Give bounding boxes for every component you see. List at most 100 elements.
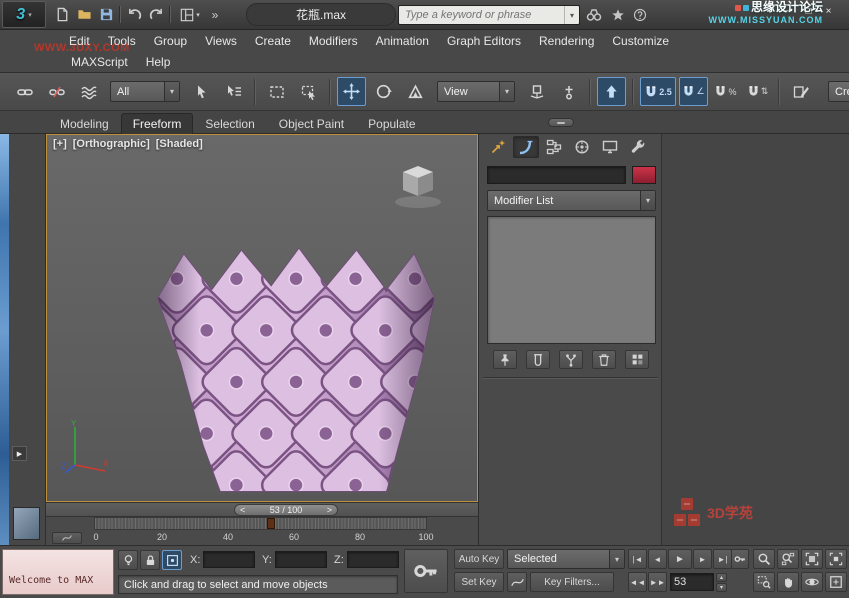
- next-frame-button[interactable]: ►: [693, 549, 712, 569]
- zoom-button[interactable]: [753, 549, 775, 569]
- tab-modify[interactable]: [513, 136, 539, 158]
- time-slider-next-arrow[interactable]: >: [327, 505, 332, 515]
- current-frame-field[interactable]: [670, 573, 714, 591]
- select-and-manipulate-button[interactable]: [554, 77, 583, 106]
- new-scene-button[interactable]: [52, 4, 73, 25]
- transform-y-field[interactable]: [275, 551, 327, 568]
- time-slider-prev-arrow[interactable]: <: [240, 505, 245, 515]
- workspace-button[interactable]: ▾: [176, 4, 204, 25]
- ribbon-tab-selection[interactable]: Selection: [193, 113, 266, 134]
- remove-modifier-button[interactable]: [592, 350, 616, 369]
- absolute-offset-mode-toggle[interactable]: [162, 550, 182, 570]
- snaps-toggle-button[interactable]: 2.5: [640, 77, 676, 106]
- pin-stack-button[interactable]: [493, 350, 517, 369]
- menu-group[interactable]: Group: [145, 31, 196, 51]
- viewport-orthographic[interactable]: [+] [Orthographic] [Shaded]: [46, 134, 478, 502]
- open-file-button[interactable]: [74, 4, 95, 25]
- menu-edit[interactable]: Edit: [60, 31, 99, 51]
- menu-views[interactable]: Views: [196, 31, 246, 51]
- tab-create[interactable]: [485, 136, 511, 158]
- tab-hierarchy[interactable]: [541, 136, 567, 158]
- set-key-button[interactable]: Set Key: [454, 572, 504, 592]
- rectangular-selection-region-button[interactable]: [262, 77, 291, 106]
- transform-z-field[interactable]: [347, 551, 399, 568]
- transform-x-field[interactable]: [203, 551, 255, 568]
- zoom-all-button[interactable]: [777, 549, 799, 569]
- auto-key-button[interactable]: Auto Key: [454, 549, 504, 569]
- minimize-button[interactable]: ─: [780, 4, 797, 19]
- menu-tools[interactable]: Tools: [99, 31, 145, 51]
- previous-frame-button[interactable]: ◄: [648, 549, 667, 569]
- isolate-selection-toggle[interactable]: [118, 550, 138, 570]
- zoom-extents-all-button[interactable]: [825, 549, 847, 569]
- help-button[interactable]: [630, 5, 650, 25]
- select-and-rotate-button[interactable]: [369, 77, 398, 106]
- maximize-viewport-toggle[interactable]: [825, 572, 847, 592]
- previous-key-button[interactable]: ◄◄: [628, 572, 647, 592]
- bind-to-space-warp-button[interactable]: [74, 77, 103, 106]
- time-slider-track[interactable]: < 53 / 100 >: [46, 502, 478, 517]
- select-and-link-button[interactable]: [10, 77, 39, 106]
- named-selection-sets-dropdown[interactable]: Create Selection ▾: [828, 81, 849, 102]
- next-key-button[interactable]: ►►: [648, 572, 667, 592]
- window-crossing-toggle-button[interactable]: [294, 77, 323, 106]
- layout-tabs-arrow-button[interactable]: ▶: [12, 446, 27, 461]
- current-frame-marker[interactable]: [267, 518, 275, 529]
- ribbon-minimize-toggle[interactable]: [548, 118, 574, 127]
- selection-set-dropdown[interactable]: Selected ▾: [507, 549, 625, 569]
- select-and-move-button[interactable]: [337, 77, 366, 106]
- undo-button[interactable]: [124, 4, 145, 25]
- pan-view-button[interactable]: [777, 572, 799, 592]
- track-bar-ruler[interactable]: [94, 517, 427, 530]
- menu-create[interactable]: Create: [246, 31, 300, 51]
- angle-snap-toggle-button[interactable]: ∠: [679, 77, 708, 106]
- modifier-list-dropdown[interactable]: Modifier List ▾: [487, 190, 656, 211]
- frame-spin-down-button[interactable]: ▾: [716, 583, 727, 592]
- ribbon-tab-object-paint[interactable]: Object Paint: [267, 113, 356, 134]
- reference-coordinate-dropdown[interactable]: View ▾: [437, 81, 515, 102]
- play-animation-button[interactable]: ►: [668, 549, 692, 569]
- tab-display[interactable]: [597, 136, 623, 158]
- ribbon-tab-populate[interactable]: Populate: [356, 113, 427, 134]
- object-name-field[interactable]: [487, 166, 626, 184]
- key-filters-button[interactable]: Key Filters...: [530, 572, 614, 592]
- select-and-scale-button[interactable]: [401, 77, 430, 106]
- object-color-swatch[interactable]: [632, 166, 656, 184]
- selection-filter-dropdown[interactable]: All ▾: [110, 81, 180, 102]
- search-options-button[interactable]: ▾: [564, 6, 579, 24]
- maxscript-mini-listener[interactable]: Welcome to MAX: [2, 549, 114, 595]
- selection-lock-toggle[interactable]: [140, 550, 160, 570]
- viewport-menu-view[interactable]: [Orthographic]: [73, 138, 150, 150]
- tab-motion[interactable]: [569, 136, 595, 158]
- edit-named-selection-sets-button[interactable]: [786, 77, 815, 106]
- spinner-snap-toggle-button[interactable]: ⇅: [743, 77, 772, 106]
- viewcube[interactable]: [387, 157, 451, 211]
- viewport-layout-tab[interactable]: [13, 507, 40, 540]
- viewport-menu-shading[interactable]: [Shaded]: [156, 138, 203, 150]
- menu-graph-editors[interactable]: Graph Editors: [438, 31, 530, 51]
- redo-button[interactable]: [146, 4, 167, 25]
- percent-snap-toggle-button[interactable]: %: [711, 77, 740, 106]
- menu-customize[interactable]: Customize: [603, 31, 678, 51]
- key-mode-toggle[interactable]: [731, 549, 749, 569]
- select-by-name-button[interactable]: [219, 77, 248, 106]
- ribbon-tab-modeling[interactable]: Modeling: [48, 113, 121, 134]
- maximize-button[interactable]: □: [800, 4, 817, 19]
- search-input[interactable]: [399, 9, 564, 21]
- save-file-button[interactable]: [96, 4, 117, 25]
- time-slider-thumb[interactable]: < 53 / 100 >: [234, 504, 338, 516]
- mini-curve-editor-button[interactable]: [52, 532, 82, 544]
- configure-modifier-sets-button[interactable]: [625, 350, 649, 369]
- menu-maxscript[interactable]: MAXScript: [62, 52, 137, 72]
- search-button[interactable]: [584, 5, 604, 25]
- use-pivot-point-center-button[interactable]: [522, 77, 551, 106]
- unlink-selection-button[interactable]: [42, 77, 71, 106]
- go-to-end-button[interactable]: ►|: [713, 549, 732, 569]
- application-menu-button[interactable]: 3 ▾: [2, 1, 46, 28]
- go-to-start-button[interactable]: |◄: [628, 549, 647, 569]
- menu-rendering[interactable]: Rendering: [530, 31, 603, 51]
- menu-modifiers[interactable]: Modifiers: [300, 31, 367, 51]
- close-button[interactable]: ×: [820, 4, 837, 19]
- show-end-result-button[interactable]: [526, 350, 550, 369]
- modifier-stack[interactable]: [487, 216, 656, 344]
